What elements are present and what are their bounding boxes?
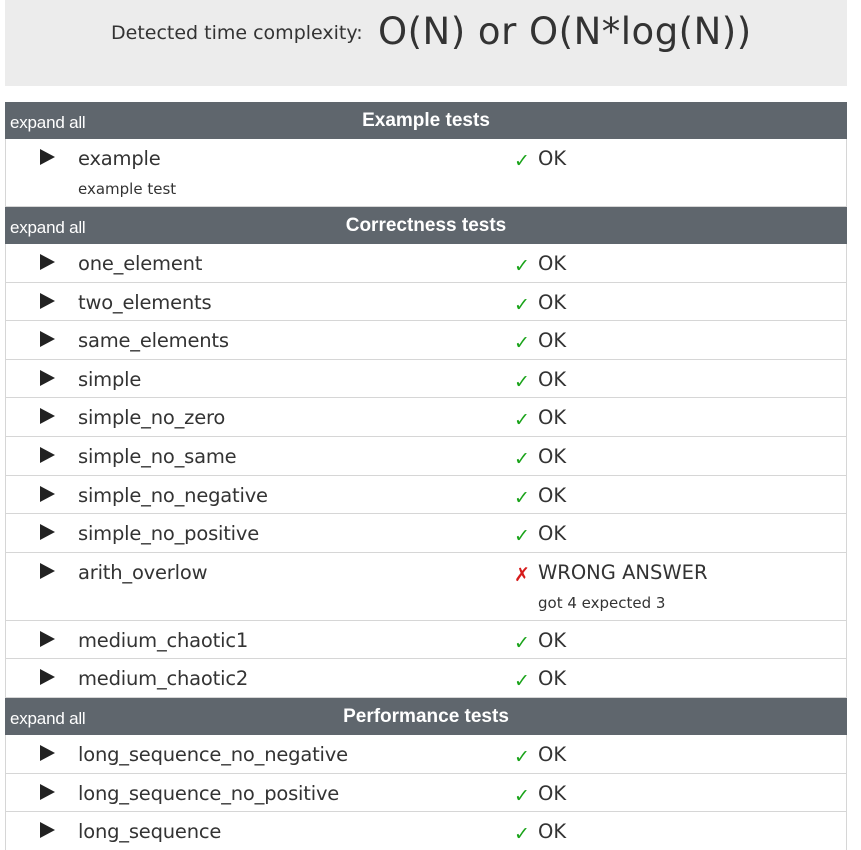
check-icon: ✓ [514, 632, 530, 654]
section-header: expand all Correctness tests [5, 207, 847, 244]
section-header: expand all Example tests [5, 102, 847, 139]
expand-arrow-icon[interactable] [40, 783, 55, 800]
test-status: WRONG ANSWER [538, 560, 708, 584]
expand-arrow-icon[interactable] [40, 292, 55, 309]
status-detail: got 4 expected 3 [538, 593, 666, 612]
test-status: OK [538, 781, 567, 805]
test-name: medium_chaotic1 [78, 628, 249, 652]
test-status: OK [538, 483, 567, 507]
test-name: long_sequence [78, 820, 222, 844]
expand-arrow-icon[interactable] [40, 254, 55, 270]
test-status: OK [538, 522, 567, 546]
test-status: OK [538, 406, 567, 430]
test-status: OK [538, 820, 567, 844]
test-status: OK [538, 628, 567, 652]
section-example-tests: expand all Example tests example example … [5, 102, 847, 207]
section-correctness-tests: expand all Correctness tests one_element… [5, 207, 847, 698]
section-title: Example tests [362, 110, 490, 131]
expand-arrow-icon[interactable] [40, 630, 55, 647]
test-row[interactable]: medium_chaotic1 ✓ OK [5, 620, 847, 660]
check-icon: ✓ [514, 448, 530, 470]
expand-arrow-icon[interactable] [40, 744, 55, 761]
test-status: OK [538, 444, 567, 468]
expand-arrow-icon[interactable] [40, 331, 55, 348]
test-row[interactable]: simple_no_zero ✓ OK [5, 398, 847, 437]
complexity-label: Detected time complexity: [111, 22, 363, 44]
test-row[interactable]: simple_no_positive ✓ OK [5, 514, 847, 553]
check-icon: ✓ [514, 151, 530, 172]
check-icon: ✓ [514, 785, 530, 807]
check-icon: ✓ [514, 256, 530, 277]
check-icon: ✓ [514, 487, 530, 509]
test-status: OK [538, 290, 567, 314]
test-name: one_element [78, 252, 203, 275]
test-name: medium_chaotic2 [78, 667, 249, 691]
expand-arrow-icon[interactable] [40, 369, 55, 386]
test-status: OK [538, 329, 567, 353]
test-row[interactable]: simple_no_same ✓ OK [5, 436, 847, 476]
section-title: Performance tests [343, 705, 509, 727]
test-row[interactable]: arith_overlow ✗ WRONG ANSWER got 4 expected… [5, 552, 847, 621]
section-header: expand all Performance tests [5, 697, 847, 735]
test-row[interactable]: simple ✓ OK [5, 359, 847, 399]
test-row[interactable]: example example test ✓ OK [5, 139, 847, 207]
check-icon: ✓ [514, 410, 530, 432]
test-status: OK [538, 667, 567, 691]
check-icon: ✓ [514, 294, 530, 316]
test-row[interactable]: medium_chaotic2 ✓ OK [5, 659, 847, 698]
check-icon: ✓ [514, 746, 530, 768]
check-icon: ✓ [514, 371, 530, 393]
expand-arrow-icon[interactable] [40, 149, 55, 165]
test-results: expand all Example tests example example … [5, 102, 847, 850]
expand-arrow-icon[interactable] [40, 562, 55, 579]
expand-arrow-icon[interactable] [40, 408, 55, 425]
check-icon: ✓ [514, 333, 530, 355]
test-name: long_sequence_no_positive [78, 781, 340, 805]
test-name: example [78, 147, 161, 170]
test-name: simple_no_same [78, 444, 237, 468]
expand-arrow-icon[interactable] [40, 485, 55, 502]
check-icon: ✓ [514, 526, 530, 548]
test-status: OK [538, 147, 567, 170]
test-row[interactable]: same_elements ✓ OK [5, 321, 847, 360]
test-row[interactable]: one_element ✓ OK [5, 244, 847, 283]
test-status: OK [538, 252, 567, 275]
test-name: arith_overlow [78, 560, 208, 584]
expand-arrow-icon[interactable] [40, 446, 55, 463]
test-name: simple_no_negative [78, 483, 268, 507]
test-name: simple_no_zero [78, 406, 226, 430]
test-status: OK [538, 742, 567, 766]
test-name: two_elements [78, 290, 212, 314]
check-icon: ✓ [514, 824, 530, 846]
section-performance-tests: expand all Performance tests long_sequen… [5, 697, 847, 850]
test-name: long_sequence_no_negative [78, 742, 348, 766]
test-status: OK [538, 367, 567, 391]
test-row[interactable]: long_sequence_no_negative ✓ OK [5, 734, 847, 774]
cross-icon: ✗ [514, 564, 530, 586]
test-name: simple_no_positive [78, 522, 260, 546]
test-row[interactable]: long_sequence ✓ OK [5, 812, 847, 850]
expand-arrow-icon[interactable] [40, 822, 55, 839]
test-row[interactable]: simple_no_negative ✓ OK [5, 475, 847, 515]
test-name: simple [78, 367, 142, 391]
test-description: example test [78, 180, 177, 198]
test-row[interactable]: two_elements ✓ OK [5, 282, 847, 322]
complexity-value: O(N) or O(N*log(N)) [378, 10, 752, 53]
complexity-summary: Detected time complexity: O(N) or O(N*lo… [5, 0, 847, 86]
test-name: same_elements [78, 329, 229, 353]
expand-arrow-icon[interactable] [40, 669, 55, 686]
check-icon: ✓ [514, 671, 530, 693]
section-title: Correctness tests [345, 215, 507, 236]
expand-arrow-icon[interactable] [40, 524, 55, 541]
test-row[interactable]: long_sequence_no_positive ✓ OK [5, 773, 847, 813]
